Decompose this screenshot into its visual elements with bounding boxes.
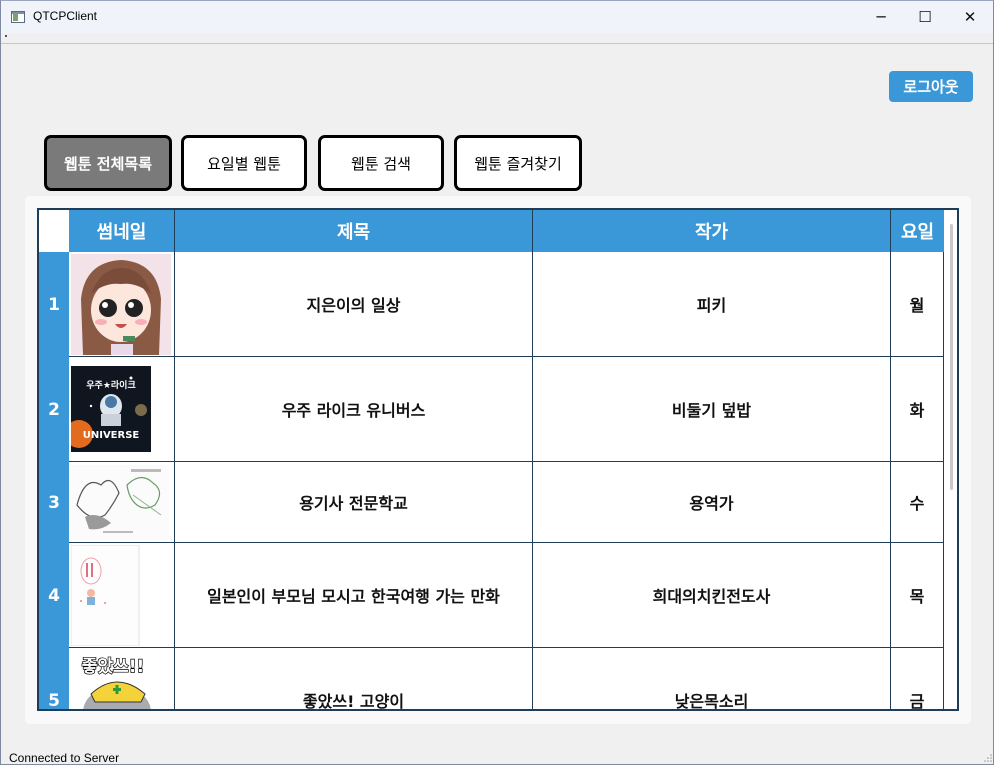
thumbnail-cell: 우주★라이크 UNIVERSE [69,357,175,462]
table-row[interactable]: 4 일본인이 부모님 모시고 한국여행 가는 만화 희대의치킨전도사 목 [39,543,944,648]
tab-all-webtoons[interactable]: 웹툰 전체목록 [44,135,172,191]
resize-grip-icon[interactable] [983,753,993,763]
table-corner [39,210,69,252]
title-cell: 좋았쓰! 고양이 [175,648,533,709]
girl-face-thumbnail [71,253,171,355]
thumbnail-caption: 우주★라이크 [86,379,135,391]
table-row[interactable]: 1 지은이의 일상 피키 월 [39,252,944,357]
header-author[interactable]: 작가 [533,210,891,252]
thumbnail-cell [69,462,175,543]
row-number: 2 [39,357,69,462]
tab-weekday-webtoons[interactable]: 요일별 웹툰 [181,135,307,191]
close-button[interactable]: ✕ [947,1,993,33]
logout-button[interactable]: 로그아웃 [889,71,973,102]
author-cell: 낮은목소리 [533,648,891,709]
row-number: 1 [39,252,69,357]
title-cell: 우주 라이크 유니버스 [175,357,533,462]
book-cover-thumbnail [71,544,140,646]
tab-webtoon-favorites[interactable]: 웹툰 즐겨찾기 [454,135,582,191]
thumbnail-caption: UNIVERSE [83,430,140,441]
header-title[interactable]: 제목 [175,210,533,252]
day-cell: 화 [891,357,944,462]
tab-webtoon-search[interactable]: 웹툰 검색 [318,135,444,191]
thumbnail-cell: 좋았쓰!! [69,648,175,709]
header-day[interactable]: 요일 [891,210,944,252]
maximize-button[interactable]: ☐ [902,1,948,33]
menu-separator [1,43,993,44]
row-number: 3 [39,462,69,543]
table-row[interactable]: 5 좋았쓰!! 좋았쓰! 고양이 낮은목소리 금 [39,648,944,709]
window-title: QTCPClient [33,9,98,23]
author-cell: 피키 [533,252,891,357]
status-text: Connected to Server [9,751,120,765]
cat-thumbnail: 좋았쓰!! [71,649,171,709]
title-cell: 용기사 전문학교 [175,462,533,543]
webtoon-table[interactable]: 썸네일 제목 작가 요일 1 지은이의 일상 피키 월 2 우주★라이크 UNI… [37,208,959,711]
dragon-sketch-thumbnail [71,464,169,540]
author-cell: 희대의치킨전도사 [533,543,891,648]
title-cell: 지은이의 일상 [175,252,533,357]
menu-bar-marker [5,35,7,37]
thumbnail-cell [69,252,175,357]
app-window: QTCPClient ─ ☐ ✕ 로그아웃 웹툰 전체목록 요일별 웹툰 웹툰 … [0,0,994,765]
day-cell: 월 [891,252,944,357]
day-cell: 목 [891,543,944,648]
astronaut-thumbnail: 우주★라이크 UNIVERSE [71,366,151,452]
day-cell: 금 [891,648,944,709]
title-bar[interactable]: QTCPClient ─ ☐ ✕ [1,1,993,33]
title-cell: 일본인이 부모님 모시고 한국여행 가는 만화 [175,543,533,648]
day-cell: 수 [891,462,944,543]
scrollbar-thumb[interactable] [950,224,953,490]
author-cell: 용역가 [533,462,891,543]
table-row[interactable]: 3 용기사 전문학교 용역가 수 [39,462,944,543]
minimize-button[interactable]: ─ [858,1,904,33]
thumbnail-cell [69,543,175,648]
row-number: 4 [39,543,69,648]
app-icon [11,11,25,23]
thumbnail-caption: 좋았쓰!! [82,657,144,677]
table-row[interactable]: 2 우주★라이크 UNIVERSE 우주 라이크 유니버스 비둘기 덮밥 화 [39,357,944,462]
header-thumbnail[interactable]: 썸네일 [69,210,175,252]
row-number: 5 [39,648,69,709]
author-cell: 비둘기 덮밥 [533,357,891,462]
